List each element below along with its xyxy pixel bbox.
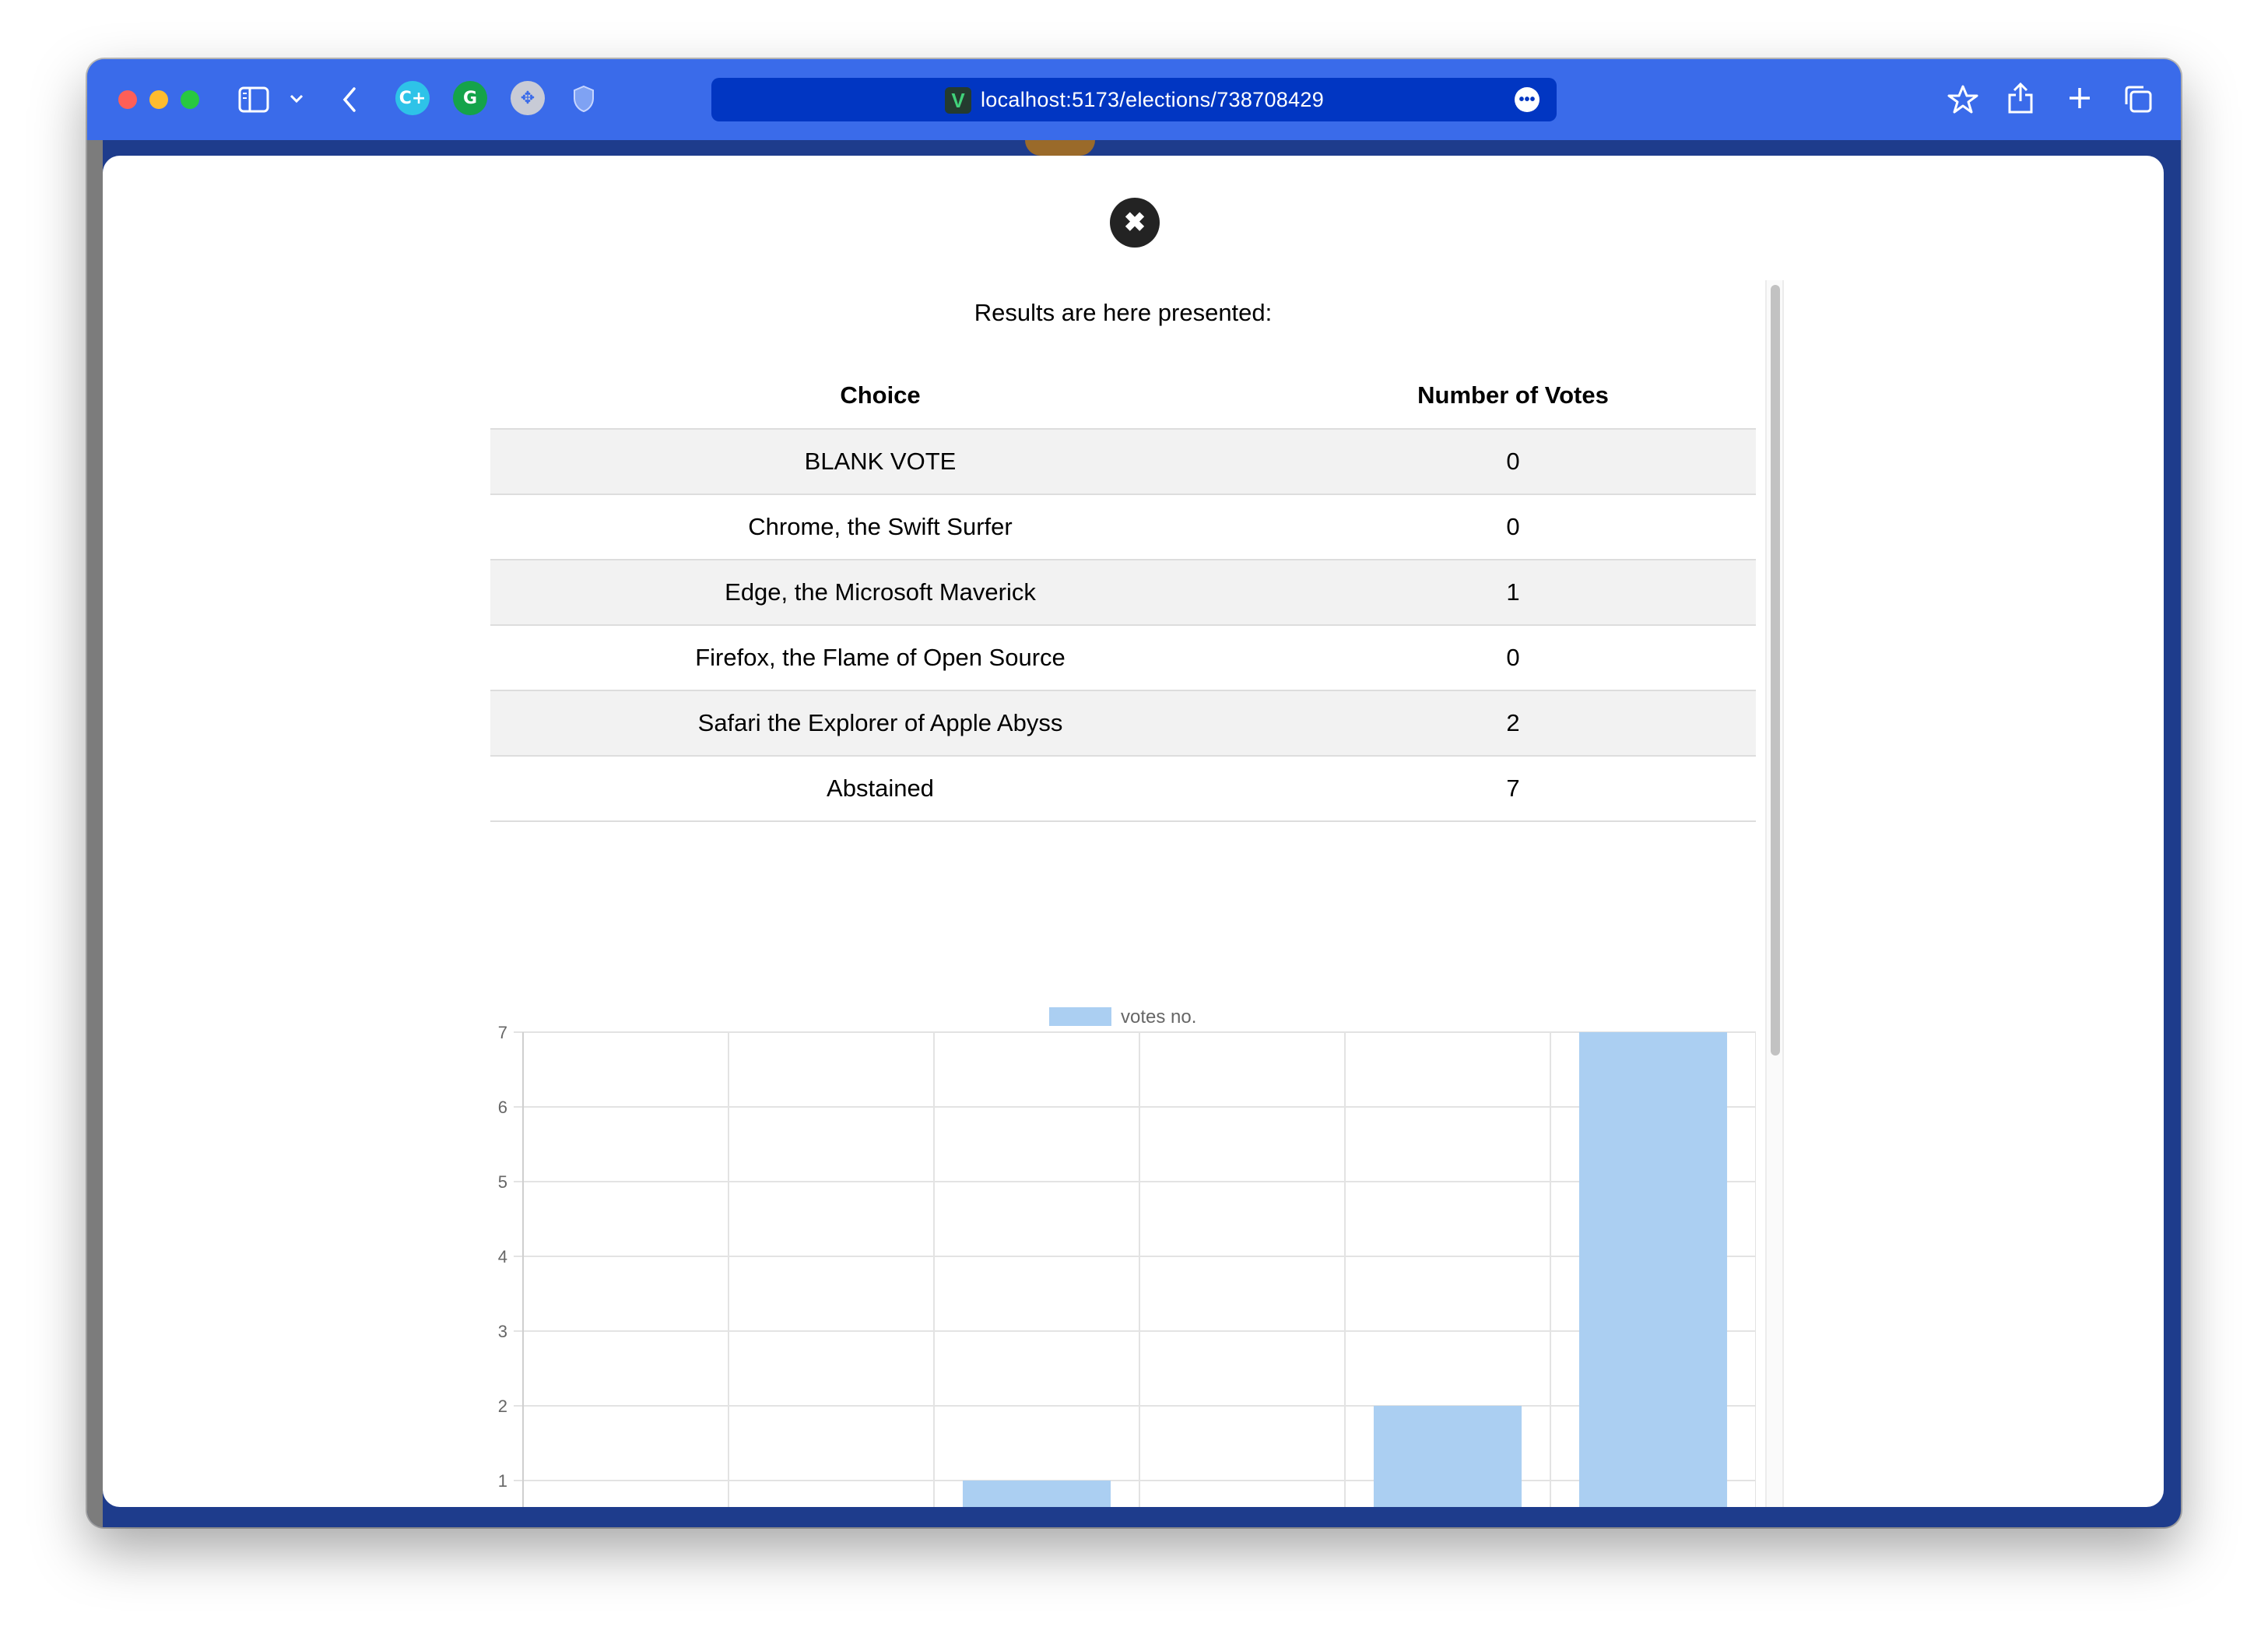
y-tick-label: 4 [498,1247,507,1266]
legend-swatch-votes [1049,1007,1111,1026]
url-text: localhost:5173/elections/738708429 [981,88,1325,111]
share-icon[interactable] [2005,79,2036,117]
address-bar[interactable]: V localhost:5173/elections/738708429 ••• [711,78,1557,121]
y-tick-label: 7 [498,1023,507,1042]
avatar [1025,140,1095,156]
votes-bar-chart: votes no.01234567BLANK VOTEChrome, the S… [498,1006,1756,1507]
extension-c-plus-icon[interactable]: C+ [395,81,430,115]
new-tab-plus-icon[interactable] [2064,83,2095,114]
extension-dots-icon[interactable]: ✥ [511,81,545,115]
site-logo-icon: V [945,87,971,114]
browser-toolbar: C+ G ✥ V localhost:5173/elections/738708… [87,59,2181,140]
close-modal-button[interactable]: ✖ [1110,198,1160,248]
chevron-down-icon[interactable] [288,90,305,107]
back-arrow-icon[interactable] [338,84,361,115]
y-tick-label: 3 [498,1322,507,1341]
y-tick-label: 1 [498,1471,507,1491]
browser-window: C+ G ✥ V localhost:5173/elections/738708… [87,59,2181,1527]
grammarly-icon[interactable]: G [453,81,487,115]
scrollbar-thumb[interactable] [1771,285,1780,1056]
page-edge [87,140,103,1527]
results-modal: ✖ Results are here presented: Choice Num… [103,156,2164,1507]
minimize-window-button[interactable] [149,90,168,109]
zoom-window-button[interactable] [181,90,199,109]
legend-label-votes: votes no. [1121,1006,1196,1028]
tab-overview-icon[interactable] [2122,83,2154,115]
results-content: Results are here presented: Choice Numbe… [490,277,1756,1507]
y-tick-label: 2 [498,1396,507,1416]
shield-icon[interactable] [570,83,598,115]
y-tick-label: 5 [498,1172,507,1192]
bar-2 [962,1481,1111,1507]
bookmark-star-icon[interactable] [1946,83,1980,117]
sidebar-toggle-icon[interactable] [238,86,269,114]
more-options-icon[interactable]: ••• [1515,87,1540,112]
bar-5 [1578,1032,1728,1507]
bar-4 [1373,1406,1522,1507]
close-window-button[interactable] [118,90,137,109]
y-tick-label: 6 [498,1098,507,1117]
